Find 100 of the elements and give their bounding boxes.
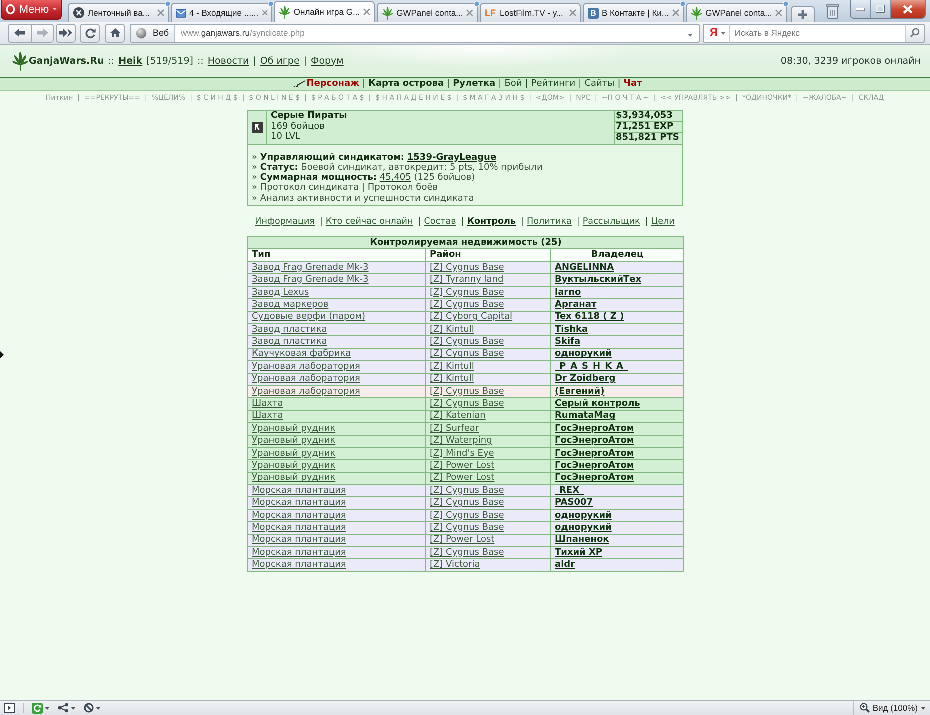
caret-icon [720,32,726,34]
column-header: Район [426,248,550,262]
online-status: 08:30, 3239 игроков онлайн [780,56,921,66]
close-icon[interactable] [466,9,474,17]
browser-tab[interactable]: В В Контакте | Ки... [583,3,684,22]
close-icon[interactable] [157,9,165,17]
menu-button[interactable]: Меню [1,0,62,20]
close-icon[interactable] [672,9,680,17]
nav-link[interactable]: Сайты [584,79,615,89]
caret-icon [45,706,50,710]
site-logo-text[interactable]: GanjaWars.Ru [29,56,104,66]
tab-separator: | [320,217,323,228]
health-text: [519/519] [146,56,194,66]
header-link[interactable]: Об игре [260,56,300,66]
browser-tab[interactable]: Онлайн игра G... [274,1,375,22]
search-field[interactable]: Искать в Яндекс [730,24,905,42]
detail-line: » Анализ активности и успешности синдиката [252,194,476,204]
owner-link[interactable]: _REX_ [555,486,584,496]
emblem-icon [252,122,262,133]
back-button[interactable] [8,24,31,42]
reload-icon [32,702,43,714]
nav-link[interactable]: Карта острова [368,79,444,89]
section-tab[interactable]: Состав [424,217,456,228]
search-button[interactable] [905,24,925,42]
nodes-icon [58,703,69,713]
close-icon[interactable] [262,9,268,17]
block-button[interactable] [84,703,101,713]
nav-link[interactable]: Бой [504,79,522,89]
leaf-icon [382,6,394,20]
browser-tab[interactable]: GWPanel conta... [686,3,787,22]
syndicate-name: Серые Пираты [271,111,348,122]
leaf-icon [279,6,291,18]
search-engine-button[interactable]: Я [703,24,730,42]
browser-tab[interactable]: GWPanel conta... [377,3,478,22]
back-icon [14,28,26,38]
section-tab[interactable]: Кто сейчас онлайн [326,217,414,228]
detail-link[interactable]: 45,405 [380,173,412,184]
reload-button[interactable] [80,24,100,42]
home-button[interactable] [105,24,125,42]
section-tab[interactable]: Контроль [467,217,516,228]
tab-separator: | [521,217,524,228]
stat-value: $3,934,053 [615,111,682,122]
zoom-icon [860,703,870,713]
share-button[interactable] [58,703,76,713]
nav-link[interactable]: Рулетка [453,79,496,89]
web-button[interactable]: Веб [131,24,175,42]
members-count: 169 бойцов [271,122,326,132]
property-type-link[interactable]: Шахта [252,411,284,422]
address-field[interactable]: www.ganjawars.ru/syndicate.php [175,28,688,38]
browser-tab[interactable]: LF LostFilm.TV - у... [480,3,581,22]
sync-button[interactable] [32,702,50,714]
header-link[interactable]: Новости [208,56,250,66]
nav-separator: | [362,79,366,89]
search-icon [910,28,920,38]
rifle-icon [292,80,306,88]
detail-line: » Протокол синдиката | Протокол боёв [252,183,440,194]
browser-tab[interactable]: Ленточный ва... [68,3,169,22]
panel-icon[interactable] [4,703,15,713]
trash-icon[interactable] [826,4,840,18]
browser-tab[interactable]: 4 - Входящие ...... [171,3,272,22]
section-tab[interactable]: Рассыльщик [582,217,640,228]
user-link[interactable]: Heik [118,56,143,66]
block-icon [84,703,94,713]
detail-line: » Суммарная мощность: 45,405 (125 бойцов) [252,173,476,184]
zoom-button[interactable]: Вид (100%) [852,701,926,715]
maximize-button[interactable] [871,0,891,18]
close-icon [903,4,913,14]
owner-link[interactable]: larno [555,288,582,298]
close-icon[interactable] [775,9,783,17]
syndicate-level: 10 LVL [271,132,302,142]
nav-link[interactable]: Рейтинги [531,79,576,89]
header-link[interactable]: Форум [311,56,344,66]
caret-icon [71,706,76,710]
fast-forward-button[interactable] [56,24,76,42]
nav-link[interactable]: Персонаж [292,79,360,89]
favicon-letters: LF [485,8,497,18]
tab-separator: | [576,217,580,228]
envelope-icon [176,8,186,18]
close-icon[interactable] [363,8,371,16]
maximize-icon [876,5,885,13]
section-tab[interactable]: Цели [651,217,675,228]
nav-separator: | [618,79,621,89]
owner-link[interactable]: aldr [555,560,576,570]
owner-link[interactable]: Skifa [555,337,581,348]
nav-link[interactable]: Чат [624,79,642,89]
section-tab[interactable]: Политика [527,217,572,228]
side-arrow-icon[interactable] [0,351,4,359]
caret-icon [921,706,926,710]
property-type-link[interactable]: Шахта [252,399,284,410]
separator: :: [108,56,115,66]
detail-link[interactable]: 1539-GrayLeague [407,152,497,163]
section-tab[interactable]: Информация [255,217,315,228]
close-icon[interactable] [569,9,577,17]
globe-icon [136,28,147,38]
nav-separator: | [525,79,528,89]
minimize-button[interactable] [851,0,871,18]
column-header: Тип [248,248,426,262]
close-window-button[interactable] [891,0,925,18]
new-tab-button[interactable] [791,6,815,22]
minimize-icon [856,8,865,10]
